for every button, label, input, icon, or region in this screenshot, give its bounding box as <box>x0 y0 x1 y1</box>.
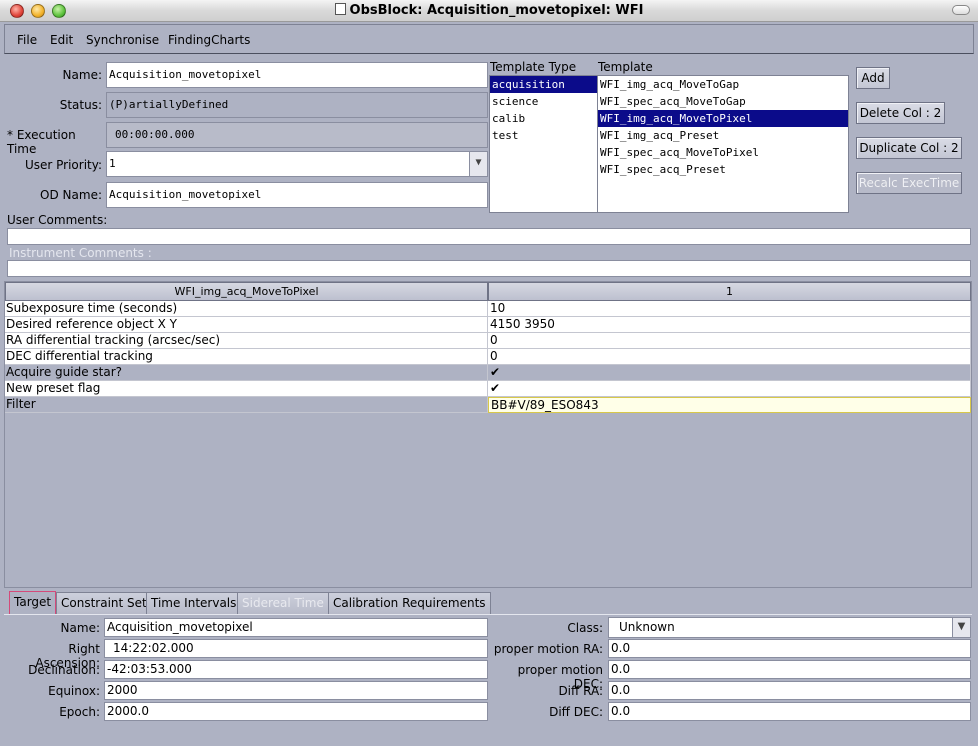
right-ascension-field[interactable]: 14:22:02.000 <box>104 639 488 658</box>
table-row: Subexposure time (seconds) 10 <box>5 301 971 317</box>
parameter-table: WFI_img_acq_MoveToPixel 1 Subexposure ti… <box>4 281 972 588</box>
duplicate-col-button[interactable]: Duplicate Col : 2 <box>856 137 962 159</box>
status-label: Status: <box>59 98 102 112</box>
epoch-field[interactable]: 2000.0 <box>104 702 488 721</box>
window-title: ObsBlock: Acquisition_movetopixel: WFI <box>0 3 978 18</box>
execution-time-field: 00:00:00.000 <box>106 122 488 148</box>
document-icon <box>334 3 346 15</box>
table-row: New preset flag ✔ <box>5 381 971 397</box>
user-comments-field[interactable] <box>7 228 971 245</box>
user-priority-value: 1 <box>109 157 116 170</box>
class-label: Class: <box>567 621 603 635</box>
diff-dec-label: Diff DEC: <box>549 705 603 719</box>
class-select-value: Unknown <box>619 620 675 634</box>
chevron-down-icon[interactable]: ▼ <box>469 152 487 176</box>
proper-motion-ra-field[interactable]: 0.0 <box>608 639 971 658</box>
window-title-text: ObsBlock: Acquisition_movetopixel: WFI <box>349 3 644 18</box>
list-item[interactable]: test <box>490 127 597 144</box>
tab-sidereal-time: Sidereal Time <box>237 592 329 615</box>
target-name-field[interactable]: Acquisition_movetopixel <box>104 618 488 637</box>
toolbar-toggle-button[interactable] <box>952 5 970 15</box>
recalc-exectime-button: Recalc ExecTime <box>856 172 962 194</box>
list-item[interactable]: science <box>490 93 597 110</box>
declination-field[interactable]: -42:03:53.000 <box>104 660 488 679</box>
tab-constraint-set[interactable]: Constraint Set <box>56 592 152 615</box>
table-row: DEC differential tracking 0 <box>5 349 971 365</box>
param-name: RA differential tracking (arcsec/sec) <box>5 333 488 349</box>
param-name: Filter <box>5 397 488 413</box>
checkbox-checked-icon[interactable]: ✔ <box>488 381 971 397</box>
param-name: Desired reference object X Y <box>5 317 488 333</box>
list-item[interactable]: WFI_spec_acq_MoveToGap <box>598 93 848 110</box>
epoch-label: Epoch: <box>59 705 100 719</box>
checkbox-checked-icon[interactable]: ✔ <box>488 365 971 381</box>
class-select[interactable]: Unknown ▼ <box>608 617 971 638</box>
status-field: (P)artiallyDefined <box>106 92 488 118</box>
table-column-header-1[interactable]: 1 <box>488 282 971 301</box>
diff-ra-field[interactable]: 0.0 <box>608 681 971 700</box>
param-name: New preset flag <box>5 381 488 397</box>
param-value[interactable]: 4150 3950 <box>488 317 971 333</box>
template-type-header: Template Type <box>490 60 577 74</box>
list-item[interactable]: WFI_spec_acq_MoveToPixel <box>598 144 848 161</box>
user-comments-label: User Comments: <box>7 213 108 227</box>
user-priority-select[interactable]: 1 ▼ <box>106 151 488 177</box>
list-item[interactable]: acquisition <box>490 76 597 93</box>
equinox-label: Equinox: <box>48 684 100 698</box>
proper-motion-ra-label: proper motion RA: <box>493 642 603 656</box>
diff-ra-label: Diff RA: <box>558 684 603 698</box>
name-label: Name: <box>62 68 102 82</box>
table-row: RA differential tracking (arcsec/sec) 0 <box>5 333 971 349</box>
list-item[interactable]: WFI_img_acq_MoveToPixel <box>598 110 848 127</box>
table-row: Filter BB#V/89_ESO843 <box>5 397 971 413</box>
menu-edit[interactable]: Edit <box>50 33 73 47</box>
param-name: Subexposure time (seconds) <box>5 301 488 317</box>
param-value[interactable]: 0 <box>488 349 971 365</box>
chevron-down-icon[interactable]: ▼ <box>952 618 970 637</box>
diff-dec-field[interactable]: 0.0 <box>608 702 971 721</box>
template-type-list[interactable]: acquisition science calib test <box>489 75 598 213</box>
od-name-field[interactable]: Acquisition_movetopixel <box>106 182 488 208</box>
template-list[interactable]: WFI_img_acq_MoveToGap WFI_spec_acq_MoveT… <box>597 75 849 213</box>
tab-calibration-requirements[interactable]: Calibration Requirements <box>328 592 491 615</box>
od-name-label: OD Name: <box>40 188 102 202</box>
param-name: Acquire guide star? <box>5 365 488 381</box>
instrument-comments-label: Instrument Comments : <box>9 246 152 260</box>
add-button[interactable]: Add <box>856 67 890 89</box>
param-value[interactable]: BB#V/89_ESO843 <box>488 397 971 413</box>
execution-time-label: * Execution Time <box>7 128 76 156</box>
menu-synchronise[interactable]: Synchronise <box>86 33 159 47</box>
user-priority-label: User Priority: <box>24 158 102 172</box>
tab-time-intervals[interactable]: Time Intervals <box>146 592 242 615</box>
title-bar: ObsBlock: Acquisition_movetopixel: WFI <box>0 0 978 22</box>
list-item[interactable]: WFI_img_acq_MoveToGap <box>598 76 848 93</box>
name-field[interactable]: Acquisition_movetopixel <box>106 62 488 88</box>
menu-findingcharts[interactable]: FindingCharts <box>168 33 250 47</box>
menu-bar: File Edit Synchronise FindingCharts <box>4 24 974 54</box>
param-value[interactable]: 10 <box>488 301 971 317</box>
param-value[interactable]: 0 <box>488 333 971 349</box>
menu-file[interactable]: File <box>17 33 37 47</box>
proper-motion-dec-field[interactable]: 0.0 <box>608 660 971 679</box>
list-item[interactable]: WFI_img_acq_Preset <box>598 127 848 144</box>
table-column-header-param[interactable]: WFI_img_acq_MoveToPixel <box>5 282 488 301</box>
equinox-field[interactable]: 2000 <box>104 681 488 700</box>
table-row: Desired reference object X Y 4150 3950 <box>5 317 971 333</box>
template-header: Template <box>598 60 653 74</box>
target-name-label: Name: <box>60 621 100 635</box>
list-item[interactable]: calib <box>490 110 597 127</box>
list-item[interactable]: WFI_spec_acq_Preset <box>598 161 848 178</box>
table-row: Acquire guide star? ✔ <box>5 365 971 381</box>
tab-target[interactable]: Target <box>9 591 57 615</box>
delete-col-button[interactable]: Delete Col : 2 <box>856 102 945 124</box>
param-name: DEC differential tracking <box>5 349 488 365</box>
declination-label: Declination: <box>28 663 100 677</box>
instrument-comments-field <box>7 260 971 277</box>
